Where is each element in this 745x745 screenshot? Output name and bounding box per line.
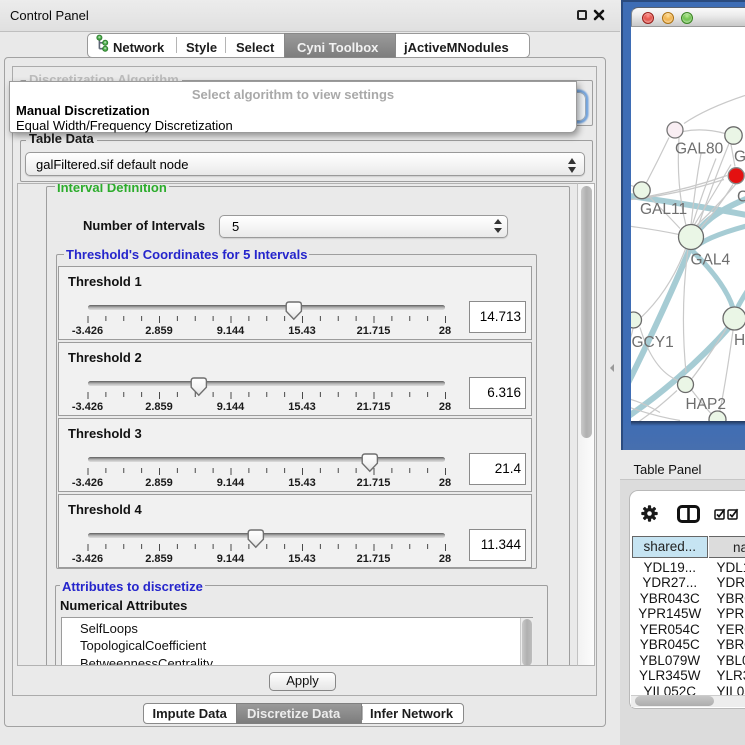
svg-text:HAP2: HAP2 (686, 396, 727, 413)
svg-text:GAL11: GAL11 (640, 201, 687, 218)
svg-text:H: H (734, 332, 745, 349)
svg-text:C: C (737, 188, 745, 205)
svg-text:GCY1: GCY1 (632, 334, 674, 351)
svg-text:GAL4: GAL4 (691, 251, 731, 268)
svg-text:GA: GA (734, 148, 745, 165)
svg-text:GAL80: GAL80 (675, 140, 724, 157)
